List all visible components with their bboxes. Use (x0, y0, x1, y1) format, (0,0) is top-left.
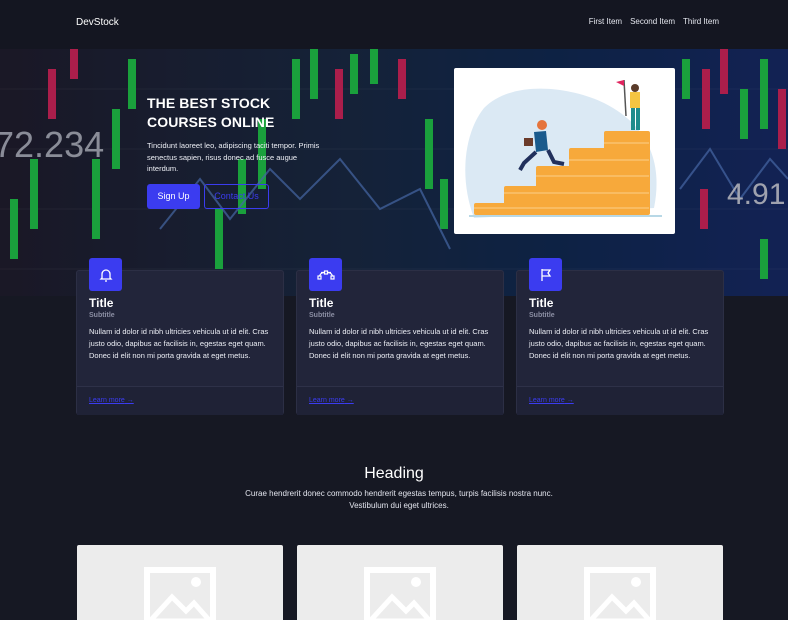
navbar: DevStock First Item Second Item Third It… (0, 0, 788, 49)
image-gallery (77, 545, 723, 620)
nav-item-second[interactable]: Second Item (630, 17, 675, 26)
card-title: Title (529, 296, 554, 310)
hero-title: THE BEST STOCK COURSES ONLINE (147, 95, 275, 130)
flag-icon (529, 258, 562, 291)
card-body: Nullam id dolor id nibh ultricies vehicu… (529, 327, 709, 360)
learn-more-link[interactable]: Learn more → (309, 397, 354, 404)
hero-illustration (454, 68, 675, 234)
bezier-icon (309, 258, 342, 291)
image-icon (364, 567, 436, 620)
sign-up-button[interactable]: Sign Up (147, 184, 200, 209)
image-icon (584, 567, 656, 620)
image-icon (144, 567, 216, 620)
card-footer: Learn more → (517, 386, 723, 415)
learn-more-link[interactable]: Learn more → (89, 397, 134, 404)
card-footer: Learn more → (77, 386, 283, 415)
learn-more-link[interactable]: Learn more → (529, 397, 574, 404)
bell-icon (89, 258, 122, 291)
card-body: Nullam id dolor id nibh ultricies vehicu… (89, 327, 269, 360)
card-footer: Learn more → (297, 386, 503, 415)
card-subtitle: Subtitle (89, 312, 115, 319)
nav-item-third[interactable]: Third Item (683, 17, 719, 26)
image-placeholder (297, 545, 503, 620)
section-heading: Heading (364, 465, 424, 482)
nav-menu: First Item Second Item Third Item (589, 17, 719, 26)
section-description: Curae hendrerit donec commodo hendrerit … (245, 489, 553, 510)
card-title: Title (89, 296, 114, 310)
image-placeholder (517, 545, 723, 620)
card-title: Title (309, 296, 334, 310)
image-placeholder (77, 545, 283, 620)
feature-card: Title Subtitle Nullam id dolor id nibh u… (516, 258, 724, 415)
feature-card: Title Subtitle Nullam id dolor id nibh u… (76, 258, 284, 415)
nav-item-first[interactable]: First Item (589, 17, 622, 26)
contact-us-button[interactable]: Contact Us (204, 184, 269, 209)
feature-card: Title Subtitle Nullam id dolor id nibh u… (296, 258, 504, 415)
card-subtitle: Subtitle (529, 312, 555, 319)
brand-logo[interactable]: DevStock (76, 17, 119, 28)
card-subtitle: Subtitle (309, 312, 335, 319)
hero-description: Tincidunt laoreet leo, adipiscing taciti… (147, 141, 320, 173)
card-body: Nullam id dolor id nibh ultricies vehicu… (309, 327, 489, 360)
feature-cards: Title Subtitle Nullam id dolor id nibh u… (76, 258, 724, 415)
